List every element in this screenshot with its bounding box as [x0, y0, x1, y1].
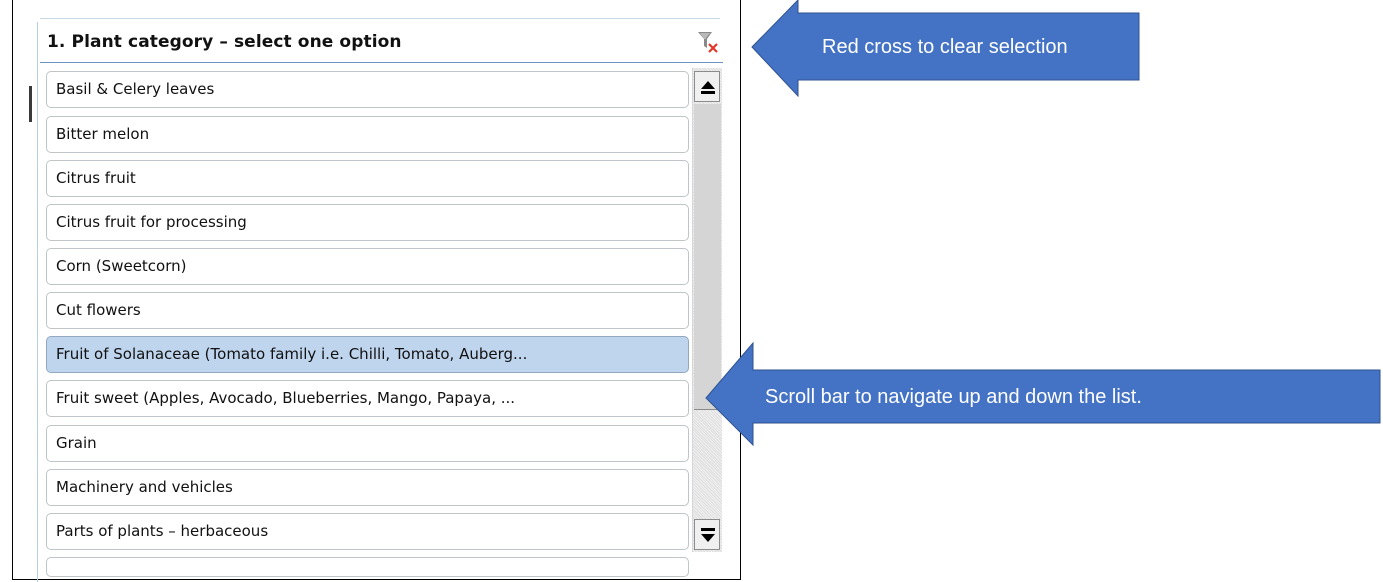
callout-scroll-text: Scroll bar to navigate up and down the l… [765, 386, 1142, 408]
callout-arrows [705, 0, 1381, 447]
callout-clear-text: Red cross to clear selection [822, 36, 1068, 58]
